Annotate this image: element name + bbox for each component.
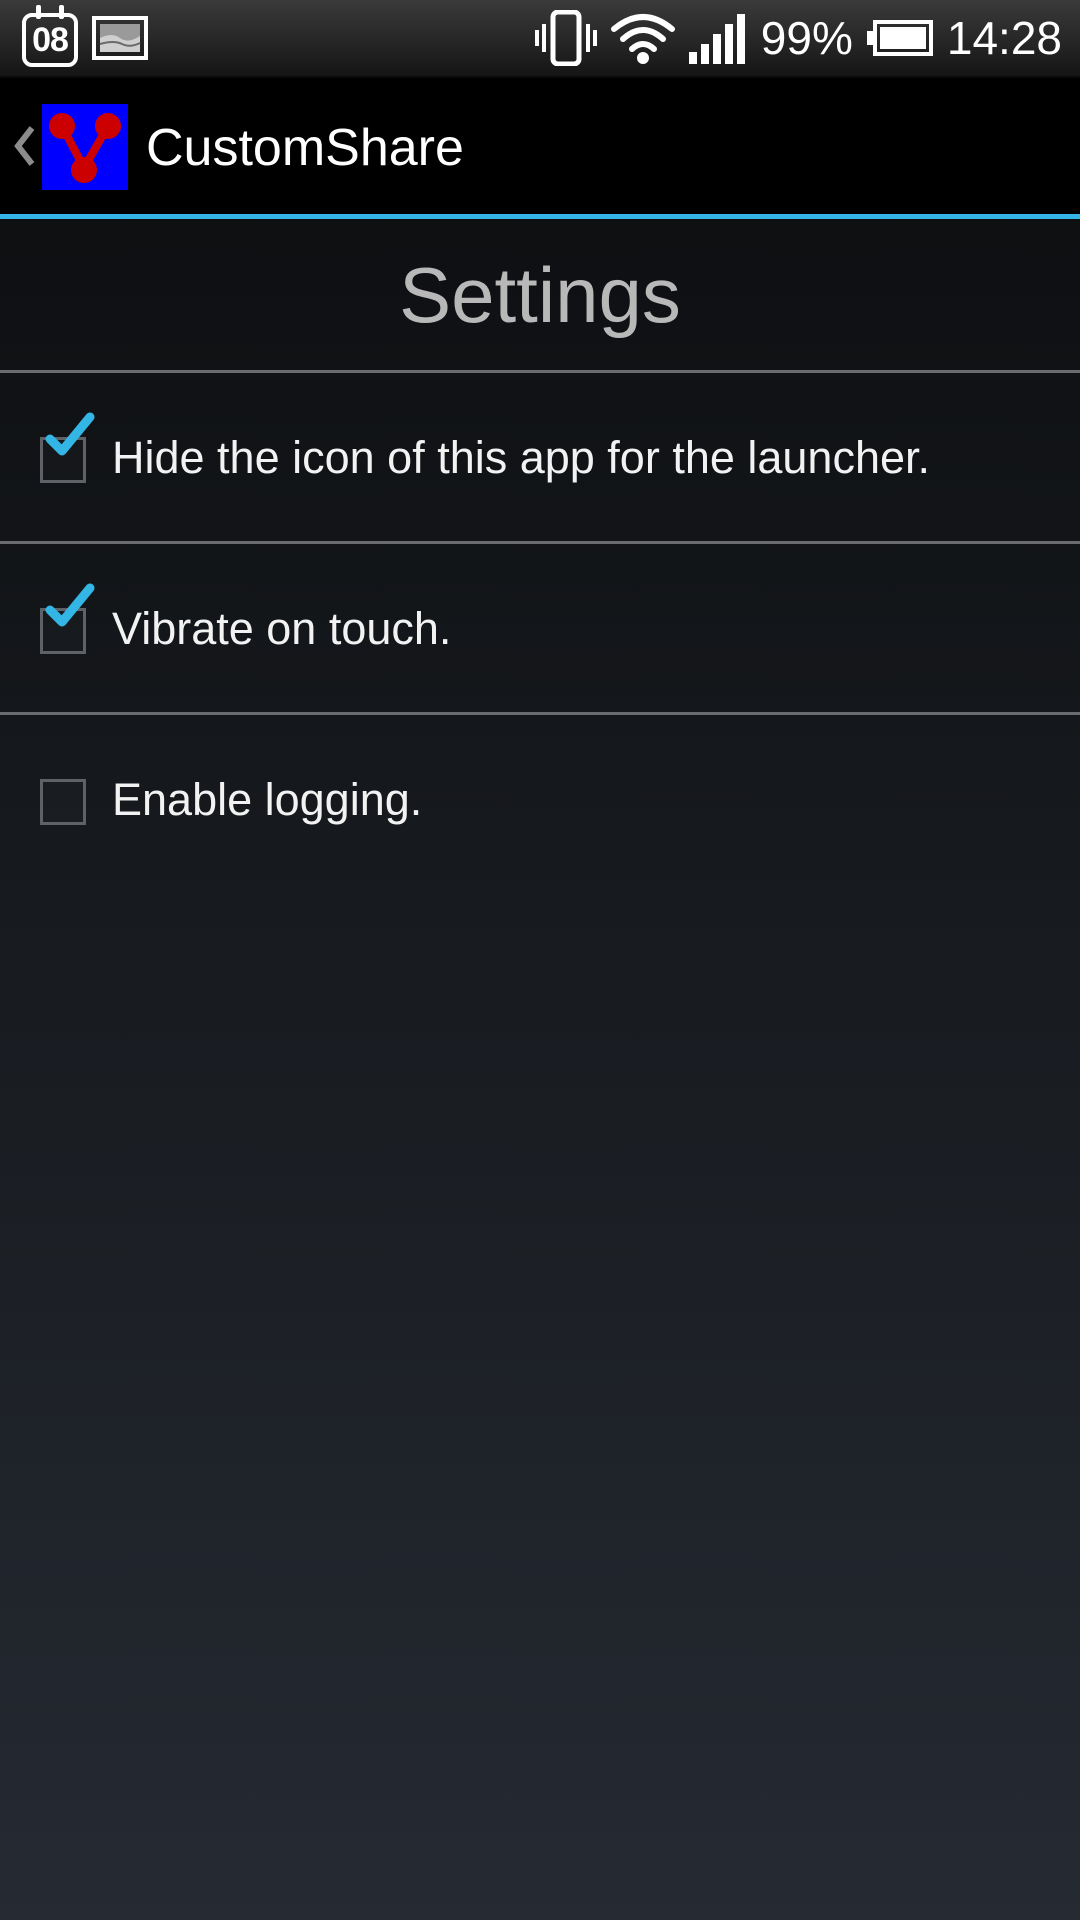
image-notification-icon <box>92 16 148 60</box>
setting-row-logging[interactable]: Enable logging. <box>0 715 1080 883</box>
setting-label: Vibrate on touch. <box>112 603 452 654</box>
calendar-day: 08 <box>32 20 69 59</box>
checkmark-icon <box>45 583 95 627</box>
status-bar-notifications: 08 <box>22 5 148 67</box>
setting-row-vibrate[interactable]: Vibrate on touch. <box>0 544 1080 712</box>
vibrate-icon <box>534 10 597 66</box>
up-navigation-icon[interactable] <box>10 122 38 170</box>
app-title: CustomShare <box>146 119 464 177</box>
action-bar: CustomShare <box>0 78 1080 214</box>
checkmark-icon <box>45 412 95 456</box>
screen: 08 99% 14:28 CustomShare Settings Hide t… <box>0 0 1080 1920</box>
calendar-icon: 08 <box>22 5 78 67</box>
battery-icon <box>866 20 933 56</box>
status-bar-system: 99% 14:28 <box>534 8 1062 68</box>
logging-checkbox[interactable] <box>40 779 86 825</box>
setting-row-hide-icon[interactable]: Hide the icon of this app for the launch… <box>0 373 1080 541</box>
signal-icon <box>688 14 745 64</box>
battery-percent: 99% <box>760 12 853 64</box>
setting-label: Hide the icon of this app for the launch… <box>112 432 931 483</box>
setting-label: Enable logging. <box>112 774 423 825</box>
status-bar: 08 99% 14:28 <box>0 0 1080 78</box>
app-logo-icon[interactable] <box>42 104 128 190</box>
wifi-icon <box>610 14 675 64</box>
clock: 14:28 <box>946 12 1062 64</box>
page-title: Settings <box>399 250 681 339</box>
